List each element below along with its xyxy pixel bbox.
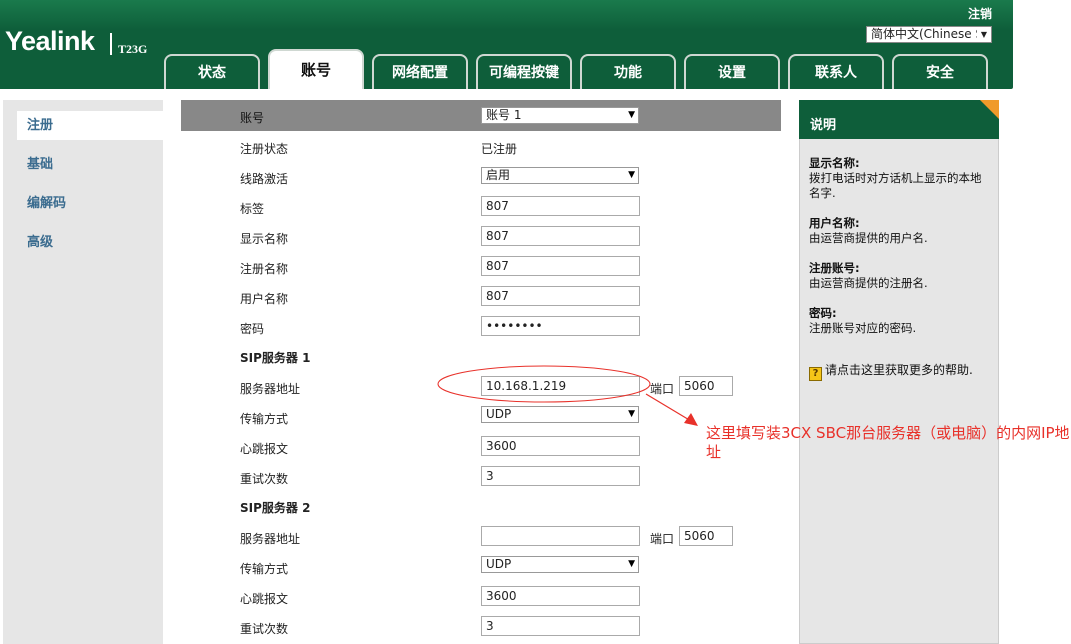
annotation-overlay — [437, 365, 698, 426]
highlight-ellipse — [437, 365, 651, 403]
annotation-text: 这里填写装3CX SBC那台服务器（或电脑）的内网IP地址 — [706, 424, 1070, 461]
annotation-arrow-head — [684, 413, 698, 426]
